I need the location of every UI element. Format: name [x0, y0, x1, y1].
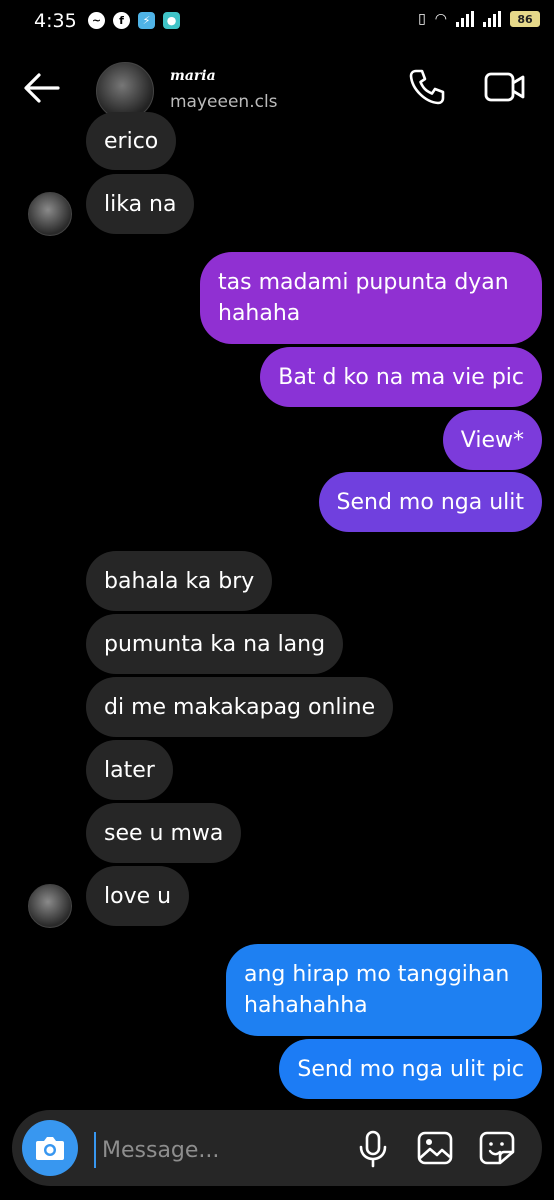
signal-icon: [456, 11, 474, 27]
signal-icon-2: [483, 11, 501, 27]
facebook-icon: f: [113, 12, 130, 29]
sender-avatar[interactable]: [28, 192, 72, 236]
sender-avatar[interactable]: [28, 884, 72, 928]
message-bubble-outgoing[interactable]: ang hirap mo tanggihan hahahahha: [226, 944, 542, 1036]
message-bubble-incoming[interactable]: pumunta ka na lang: [86, 614, 344, 674]
message-bubble-incoming[interactable]: lika na: [86, 174, 195, 234]
status-time: 4:35: [34, 10, 77, 32]
message-input[interactable]: [94, 1132, 354, 1168]
camera-icon: [36, 1137, 64, 1160]
system-icons: ▯ ◠ 86: [418, 11, 540, 27]
chat-header: maria mayeeen.cls: [0, 52, 554, 124]
microphone-icon[interactable]: [356, 1130, 390, 1168]
back-arrow-icon[interactable]: [22, 70, 62, 106]
message-composer: [12, 1110, 542, 1186]
message-text: erico: [104, 128, 159, 154]
message-text: bahala ka bry: [104, 568, 255, 594]
boost-icon: ⚡: [138, 12, 155, 29]
message-text: pumunta ka na lang: [104, 631, 326, 657]
vibrate-icon: ▯: [418, 11, 426, 27]
message-bubble-incoming[interactable]: see u mwa: [86, 803, 242, 863]
message-bubble-outgoing[interactable]: Bat d ko na ma vie pic: [260, 347, 542, 407]
status-bar: 4:35 ~ f ⚡ ● ▯ ◠ 86: [0, 0, 554, 44]
message-text: love u: [104, 883, 172, 909]
message-bubble-outgoing[interactable]: tas madami pupunta dyan hahaha: [200, 252, 542, 344]
contact-handle[interactable]: mayeeen.cls: [170, 92, 278, 112]
message-bubble-outgoing[interactable]: View*: [442, 410, 542, 470]
notification-icons: ~ f ⚡ ●: [88, 12, 180, 29]
message-text: Send mo nga ulit pic: [297, 1056, 524, 1082]
message-text: ang hirap mo tanggihan hahahahha: [244, 962, 510, 1018]
app-notification-icon: ●: [163, 12, 180, 29]
message-text: View*: [460, 427, 524, 453]
message-text: later: [104, 757, 155, 783]
video-call-icon[interactable]: [484, 70, 526, 104]
message-text: lika na: [104, 191, 177, 217]
gallery-icon[interactable]: [416, 1130, 454, 1166]
camera-button[interactable]: [22, 1120, 78, 1176]
message-text: see u mwa: [104, 820, 224, 846]
message-bubble-incoming[interactable]: love u: [86, 866, 190, 926]
messenger-icon: ~: [88, 12, 105, 29]
message-text: tas madami pupunta dyan hahaha: [218, 270, 509, 326]
message-bubble-incoming[interactable]: erico: [86, 112, 177, 170]
wifi-icon: ◠: [434, 11, 447, 27]
message-text: Bat d ko na ma vie pic: [278, 364, 524, 390]
phone-call-icon[interactable]: [408, 68, 446, 106]
message-bubble-incoming[interactable]: later: [86, 740, 173, 800]
contact-name[interactable]: maria: [170, 68, 216, 84]
message-text: di me makakapag online: [104, 694, 376, 720]
sticker-icon[interactable]: [478, 1130, 516, 1166]
battery-icon: 86: [510, 11, 540, 27]
message-bubble-outgoing[interactable]: Send mo nga ulit pic: [279, 1039, 542, 1099]
message-bubble-incoming[interactable]: bahala ka bry: [86, 551, 273, 611]
message-bubble-incoming[interactable]: di me makakapag online: [86, 677, 394, 737]
message-text: Send mo nga ulit: [336, 489, 524, 515]
message-bubble-outgoing[interactable]: Send mo nga ulit: [318, 472, 542, 532]
